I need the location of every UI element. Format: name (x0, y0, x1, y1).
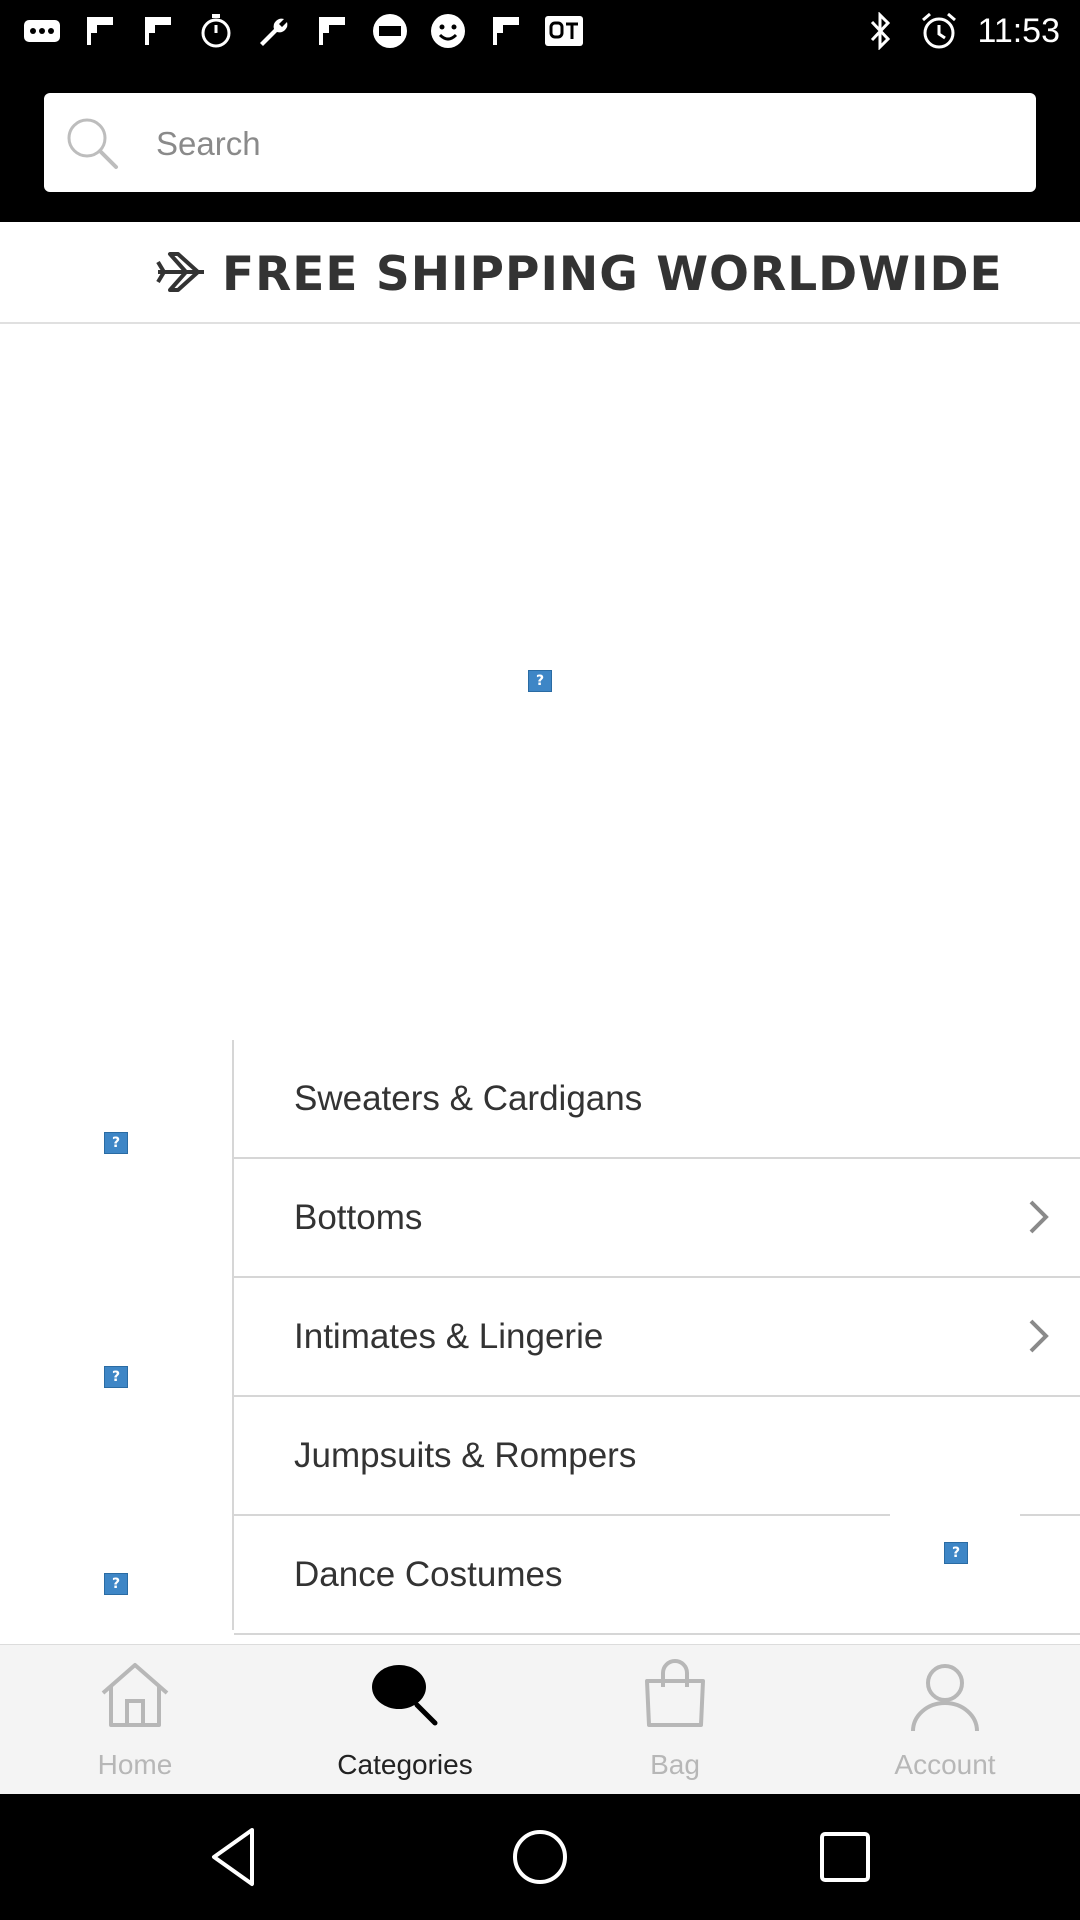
flipboard-icon (486, 11, 526, 51)
search-input[interactable] (154, 93, 1018, 194)
account-icon (905, 1655, 985, 1735)
fox-sports-icon (370, 11, 410, 51)
home-icon (95, 1655, 175, 1735)
system-navigation-bar (0, 1794, 1080, 1920)
category-label: Sweaters & Cardigans (294, 1079, 643, 1118)
notification-icons (22, 10, 584, 52)
categories-page: FREE SHIPPING WORLDWIDE ? ? ? ? Sweaters… (0, 222, 1080, 1644)
category-item-sweaters[interactable]: Sweaters & Cardigans (234, 1040, 1080, 1159)
nav-label: Account (894, 1749, 996, 1780)
search-header (0, 62, 1080, 222)
flipboard-icon (138, 11, 178, 51)
nav-label: Categories (337, 1749, 473, 1780)
more-icon (22, 11, 62, 51)
nav-label: Bag (650, 1749, 700, 1780)
wrench-icon (254, 11, 294, 51)
broken-image-icon: ? (104, 1132, 128, 1154)
nav-home[interactable]: Home (0, 1645, 270, 1795)
nav-bag[interactable]: Bag (540, 1645, 810, 1795)
category-label: Bottoms (294, 1198, 423, 1237)
chevron-right-icon (1018, 1316, 1058, 1356)
system-icons: 11:53 (861, 10, 1060, 52)
nav-categories[interactable]: Categories (270, 1645, 540, 1795)
category-label: Dance Costumes (294, 1555, 563, 1594)
bag-icon (635, 1655, 715, 1735)
free-shipping-banner[interactable]: FREE SHIPPING WORLDWIDE (0, 222, 1080, 324)
search-bar[interactable] (44, 93, 1036, 194)
flipboard-icon (80, 11, 120, 51)
search-icon (60, 111, 124, 175)
timer-icon (196, 11, 236, 51)
category-label: Jumpsuits & Rompers (294, 1436, 637, 1475)
back-icon[interactable] (200, 1822, 270, 1892)
banner-text: FREE SHIPPING WORLDWIDE (222, 246, 1003, 302)
clock: 11:53 (977, 11, 1060, 50)
chevron-right-icon (1018, 1197, 1058, 1237)
category-item-jumpsuits[interactable]: Jumpsuits & Rompers (234, 1397, 1080, 1516)
broken-image-icon: ? (104, 1366, 128, 1388)
category-item-bottoms[interactable]: Bottoms (234, 1159, 1080, 1278)
bluetooth-icon (861, 11, 901, 51)
broken-image-icon: ? (104, 1573, 128, 1595)
divider-gap (890, 1510, 1020, 1516)
category-label: Intimates & Lingerie (294, 1317, 604, 1356)
qt-icon (544, 11, 584, 51)
alarm-icon (919, 11, 959, 51)
home-button-icon[interactable] (505, 1822, 575, 1892)
broken-image-icon: ? (944, 1542, 968, 1564)
flipboard-icon (312, 11, 352, 51)
search-icon (365, 1655, 445, 1735)
nav-account[interactable]: Account (810, 1645, 1080, 1795)
airplane-icon (156, 248, 208, 301)
nav-label: Home (97, 1749, 173, 1780)
broken-image-icon: ? (528, 670, 552, 692)
status-bar: 11:53 (0, 0, 1080, 62)
category-item-dance-costumes[interactable]: Dance Costumes (234, 1516, 1080, 1635)
recents-icon[interactable] (810, 1822, 880, 1892)
smiley-icon (428, 11, 468, 51)
category-item-intimates[interactable]: Intimates & Lingerie (234, 1278, 1080, 1397)
bottom-navigation: Home Categories Bag Account (0, 1644, 1080, 1795)
